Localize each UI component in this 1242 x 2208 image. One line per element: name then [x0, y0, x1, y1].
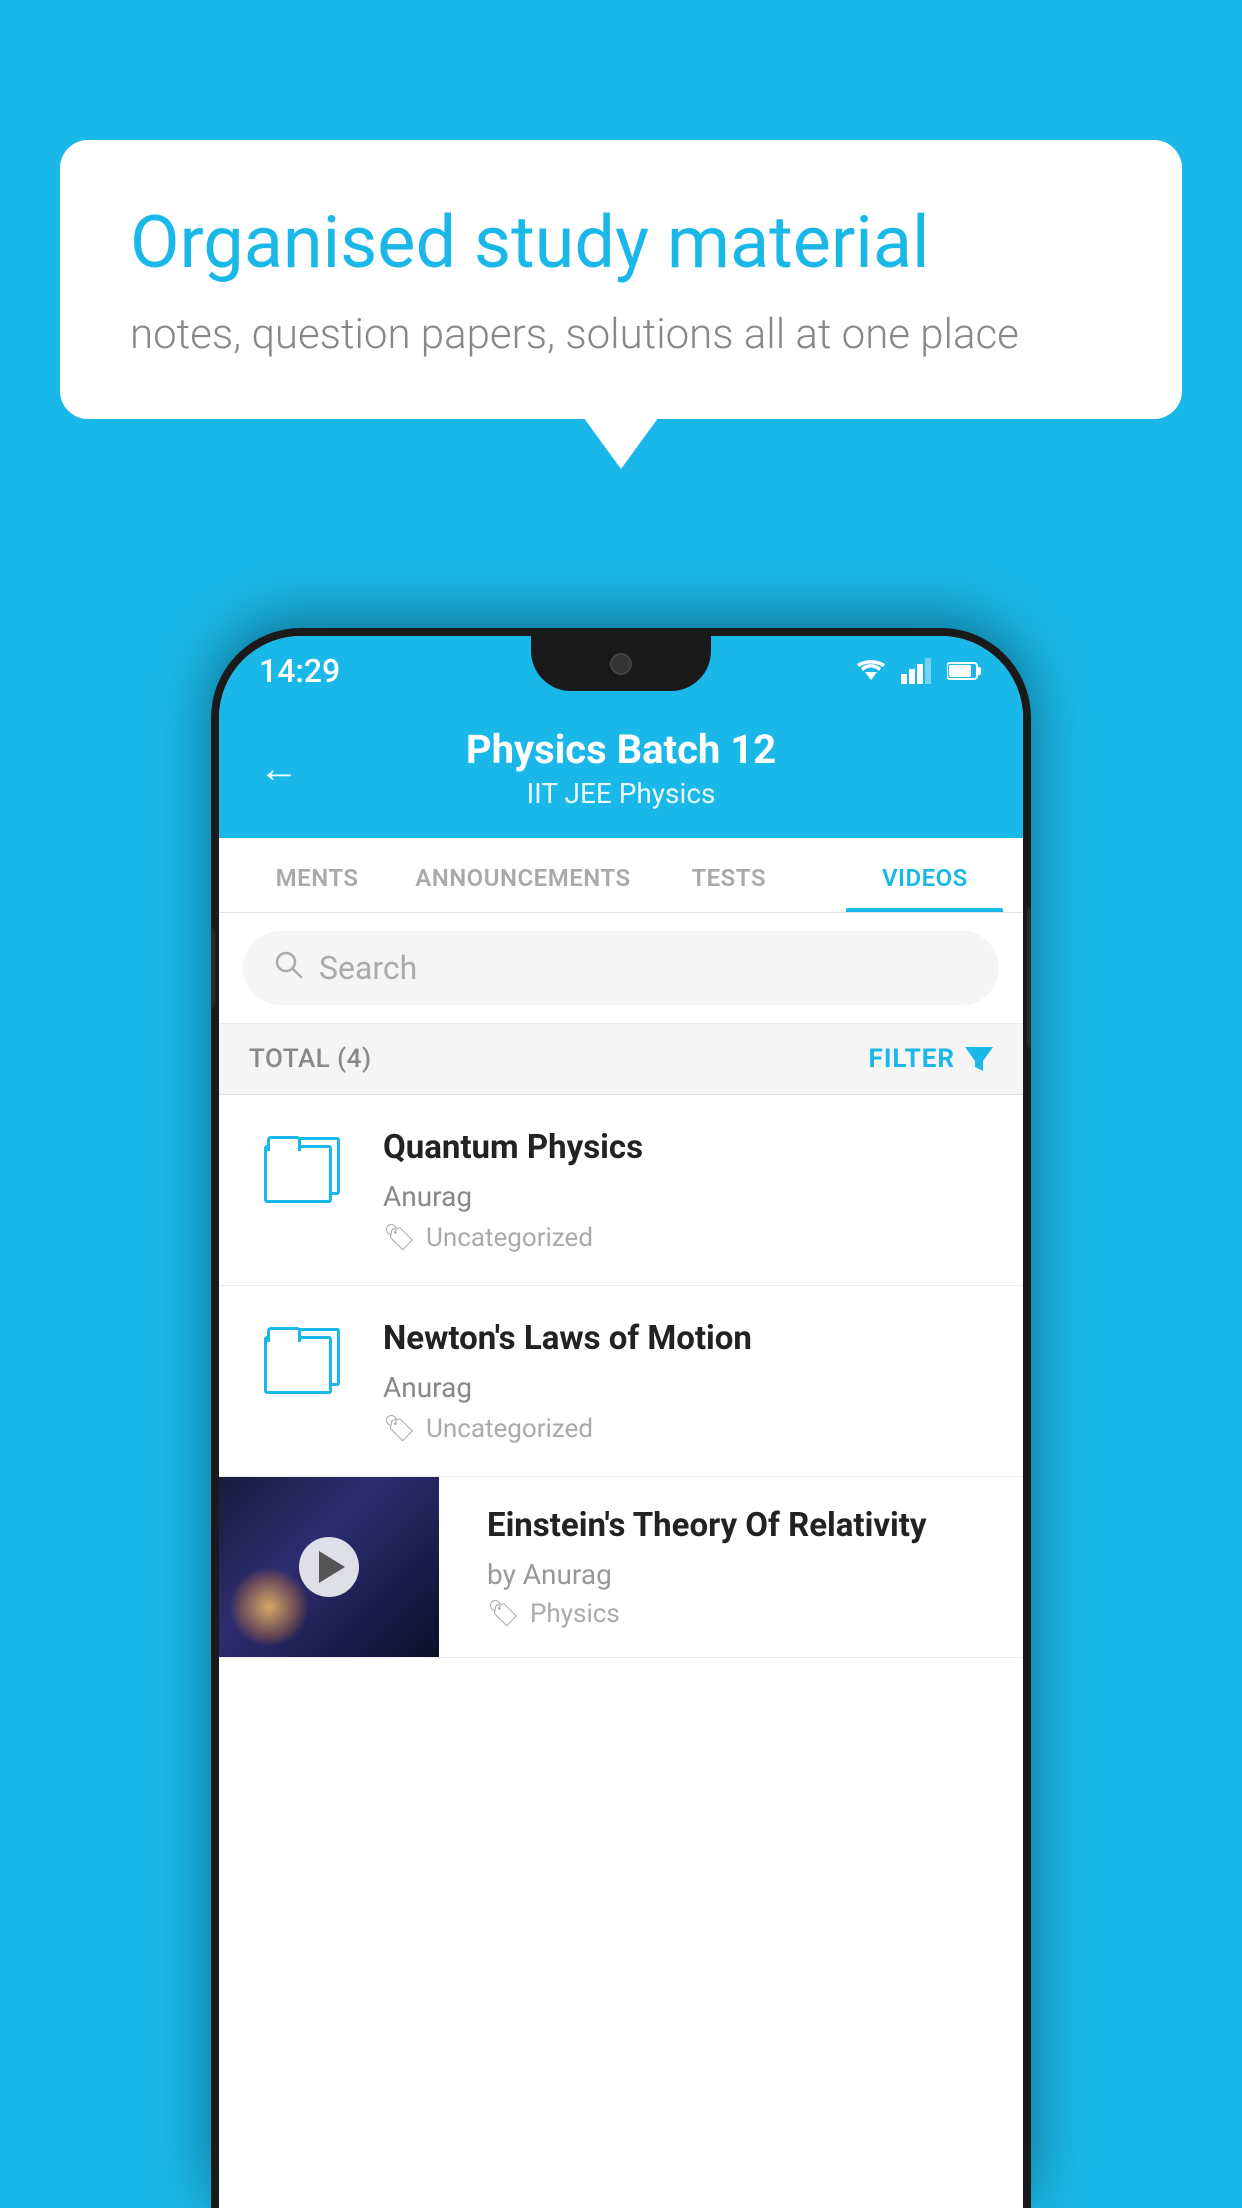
video-info: Newton's Laws of Motion Anurag 🏷 Uncateg…	[383, 1318, 993, 1444]
status-time: 14:29	[259, 652, 340, 690]
video-info: Einstein's Theory Of Relativity by Anura…	[463, 1477, 1023, 1657]
volume-button	[211, 928, 215, 1008]
bubble-subtitle: notes, question papers, solutions all at…	[130, 310, 1112, 359]
tabs-bar: MENTS ANNOUNCEMENTS TESTS VIDEOS	[219, 838, 1023, 913]
tag-icon: 🏷	[383, 1414, 416, 1444]
filter-label: FILTER	[869, 1044, 955, 1074]
header-sub-tags: IIT JEE Physics	[329, 777, 913, 810]
filter-bar: TOTAL (4) FILTER	[219, 1024, 1023, 1095]
tag-icon: 🏷	[383, 1223, 416, 1253]
status-bar: 14:29	[219, 636, 1023, 706]
list-item[interactable]: Newton's Laws of Motion Anurag 🏷 Uncateg…	[219, 1286, 1023, 1477]
tag-label: Uncategorized	[426, 1223, 593, 1253]
filter-icon	[965, 1047, 993, 1071]
camera	[610, 653, 632, 675]
list-item[interactable]: Quantum Physics Anurag 🏷 Uncategorized	[219, 1095, 1023, 1286]
video-list: Quantum Physics Anurag 🏷 Uncategorized	[219, 1095, 1023, 1658]
header-title-block: Physics Batch 12 IIT JEE Physics	[329, 726, 913, 810]
wifi-icon	[855, 658, 887, 684]
bubble-title: Organised study material	[130, 200, 1112, 286]
video-author: Anurag	[383, 1371, 993, 1404]
search-placeholder: Search	[319, 949, 417, 987]
tag-label: Uncategorized	[426, 1414, 593, 1444]
video-title: Einstein's Theory Of Relativity	[487, 1505, 999, 1548]
header-main-title: Physics Batch 12	[329, 726, 913, 773]
video-author: by Anurag	[487, 1558, 999, 1591]
folder-page-front	[264, 1145, 332, 1203]
play-button[interactable]	[299, 1537, 359, 1597]
video-info: Quantum Physics Anurag 🏷 Uncategorized	[383, 1127, 993, 1253]
tab-videos[interactable]: VIDEOS	[827, 838, 1023, 912]
phone-screen: 14:29	[219, 636, 1023, 2208]
list-item[interactable]: Einstein's Theory Of Relativity by Anura…	[219, 1477, 1023, 1658]
search-section: Search	[219, 913, 1023, 1024]
video-author: Anurag	[383, 1180, 993, 1213]
video-title: Quantum Physics	[383, 1127, 993, 1170]
folder-icon	[264, 1137, 344, 1202]
filter-button[interactable]: FILTER	[869, 1044, 993, 1074]
phone-frame: 14:29	[211, 628, 1031, 2208]
signal-icon	[901, 658, 933, 684]
tag-icon: 🏷	[487, 1599, 520, 1629]
video-tag: 🏷 Physics	[487, 1599, 999, 1629]
tag-label: Physics	[530, 1599, 620, 1629]
play-triangle-icon	[319, 1551, 345, 1583]
video-tag: 🏷 Uncategorized	[383, 1223, 993, 1253]
video-title: Newton's Laws of Motion	[383, 1318, 993, 1361]
folder-icon	[264, 1328, 344, 1393]
search-bar[interactable]: Search	[243, 931, 999, 1005]
folder-page-front	[264, 1336, 332, 1394]
tab-announcements[interactable]: ANNOUNCEMENTS	[415, 838, 630, 912]
search-icon	[273, 949, 303, 987]
tab-ments[interactable]: MENTS	[219, 838, 415, 912]
notch	[531, 636, 711, 691]
folder-icon-wrap	[249, 1127, 359, 1202]
speech-bubble: Organised study material notes, question…	[60, 140, 1182, 419]
video-tag: 🏷 Uncategorized	[383, 1414, 993, 1444]
status-icons	[855, 658, 983, 684]
total-label: TOTAL (4)	[249, 1044, 372, 1074]
app-header: ← Physics Batch 12 IIT JEE Physics	[219, 706, 1023, 838]
power-button	[1027, 908, 1031, 1048]
video-thumbnail	[219, 1477, 439, 1657]
thumbnail-bg	[219, 1477, 439, 1657]
tab-tests[interactable]: TESTS	[631, 838, 827, 912]
folder-icon-wrap	[249, 1318, 359, 1393]
back-button[interactable]: ←	[259, 745, 299, 792]
battery-icon	[947, 661, 983, 681]
